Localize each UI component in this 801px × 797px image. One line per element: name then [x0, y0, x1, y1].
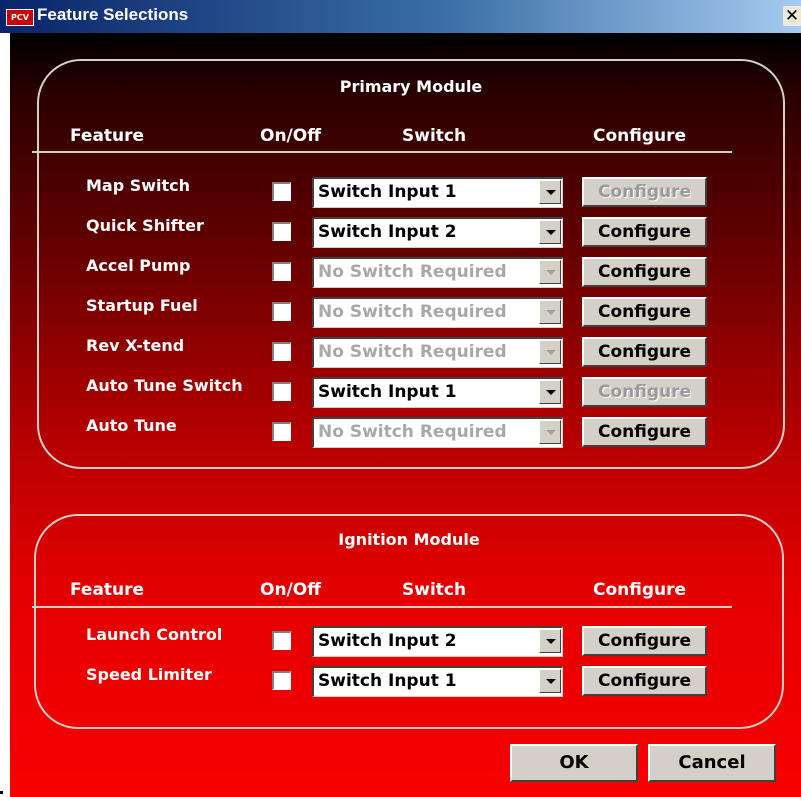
configure-button-launch-control[interactable]: Configure [582, 626, 707, 656]
configure-button-accel-pump[interactable]: Configure [582, 257, 707, 287]
switch-select-value: No Switch Required [318, 422, 507, 442]
switch-select-auto-tune[interactable]: No Switch Required [312, 417, 563, 448]
dropdown-arrow-icon[interactable] [539, 220, 561, 244]
checkbox-launch-control[interactable] [272, 631, 291, 650]
window-title: Feature Selections [37, 5, 189, 24]
switch-select-value: Switch Input 2 [318, 222, 457, 242]
checkbox-quick-shifter[interactable] [272, 222, 291, 241]
ignition-header-feature: Feature [70, 580, 145, 600]
dialog-body: Primary Module Ignition Module Feature O… [10, 33, 801, 797]
close-icon[interactable]: ✕ [783, 6, 801, 26]
switch-select-quick-shifter[interactable]: Switch Input 2 [312, 217, 563, 248]
switch-select-auto-tune-switch[interactable]: Switch Input 1 [312, 377, 563, 408]
primary-header-onoff: On/Off [260, 126, 321, 146]
checkbox-auto-tune-switch[interactable] [272, 382, 291, 401]
checkbox-speed-limiter[interactable] [272, 671, 291, 690]
checkbox-auto-tune[interactable] [272, 422, 291, 441]
feature-label-auto-tune: Auto Tune [86, 416, 177, 435]
primary-header-configure: Configure [593, 126, 687, 146]
feature-label-accel-pump: Accel Pump [86, 256, 191, 275]
dropdown-arrow-icon[interactable] [539, 300, 561, 324]
configure-button-quick-shifter[interactable]: Configure [582, 217, 707, 247]
ignition-header-onoff: On/Off [260, 580, 321, 600]
ok-button[interactable]: OK [510, 744, 638, 782]
dropdown-arrow-icon[interactable] [539, 380, 561, 404]
feature-label-rev-x-tend: Rev X-tend [86, 336, 185, 355]
primary-header-divider [32, 151, 732, 153]
feature-label-quick-shifter: Quick Shifter [86, 216, 204, 235]
edge-artifact [0, 791, 3, 794]
switch-select-launch-control[interactable]: Switch Input 2 [312, 626, 563, 657]
checkbox-rev-x-tend[interactable] [272, 342, 291, 361]
checkbox-map-switch[interactable] [272, 182, 291, 201]
switch-select-value: Switch Input 1 [318, 382, 457, 402]
switch-select-value: Switch Input 2 [318, 631, 457, 651]
configure-button-rev-x-tend[interactable]: Configure [582, 337, 707, 367]
primary-header-feature: Feature [70, 126, 145, 146]
dropdown-arrow-icon[interactable] [539, 669, 561, 693]
configure-button-auto-tune[interactable]: Configure [582, 417, 707, 447]
feature-label-auto-tune-switch: Auto Tune Switch [86, 376, 243, 395]
feature-label-speed-limiter: Speed Limiter [86, 665, 212, 684]
switch-select-value: Switch Input 1 [318, 671, 457, 691]
switch-select-value: No Switch Required [318, 302, 507, 322]
dropdown-arrow-icon[interactable] [539, 180, 561, 204]
checkbox-startup-fuel[interactable] [272, 302, 291, 321]
configure-button-map-switch[interactable]: Configure [582, 177, 707, 207]
switch-select-value: No Switch Required [318, 262, 507, 282]
switch-select-value: No Switch Required [318, 342, 507, 362]
ignition-header-divider [32, 606, 732, 608]
feature-label-launch-control: Launch Control [86, 625, 223, 644]
ignition-header-configure: Configure [593, 580, 687, 600]
configure-button-startup-fuel[interactable]: Configure [582, 297, 707, 327]
feature-label-map-switch: Map Switch [86, 176, 191, 195]
dropdown-arrow-icon[interactable] [539, 340, 561, 364]
app-icon: PCV [6, 9, 34, 26]
switch-select-accel-pump[interactable]: No Switch Required [312, 257, 563, 288]
configure-button-auto-tune-switch[interactable]: Configure [582, 377, 707, 407]
switch-select-map-switch[interactable]: Switch Input 1 [312, 177, 563, 208]
cancel-button[interactable]: Cancel [648, 744, 776, 782]
switch-select-startup-fuel[interactable]: No Switch Required [312, 297, 563, 328]
switch-select-value: Switch Input 1 [318, 182, 457, 202]
title-bar[interactable]: PCV Feature Selections [0, 0, 801, 33]
configure-button-speed-limiter[interactable]: Configure [582, 666, 707, 696]
ignition-module-title: Ignition Module [338, 530, 480, 549]
switch-select-rev-x-tend[interactable]: No Switch Required [312, 337, 563, 368]
dropdown-arrow-icon[interactable] [539, 629, 561, 653]
feature-label-startup-fuel: Startup Fuel [86, 296, 198, 315]
primary-module-title: Primary Module [339, 77, 483, 96]
switch-select-speed-limiter[interactable]: Switch Input 1 [312, 666, 563, 697]
primary-header-switch: Switch [402, 126, 467, 146]
ignition-header-switch: Switch [402, 580, 467, 600]
checkbox-accel-pump[interactable] [272, 262, 291, 281]
dropdown-arrow-icon[interactable] [539, 420, 561, 444]
dropdown-arrow-icon[interactable] [539, 260, 561, 284]
